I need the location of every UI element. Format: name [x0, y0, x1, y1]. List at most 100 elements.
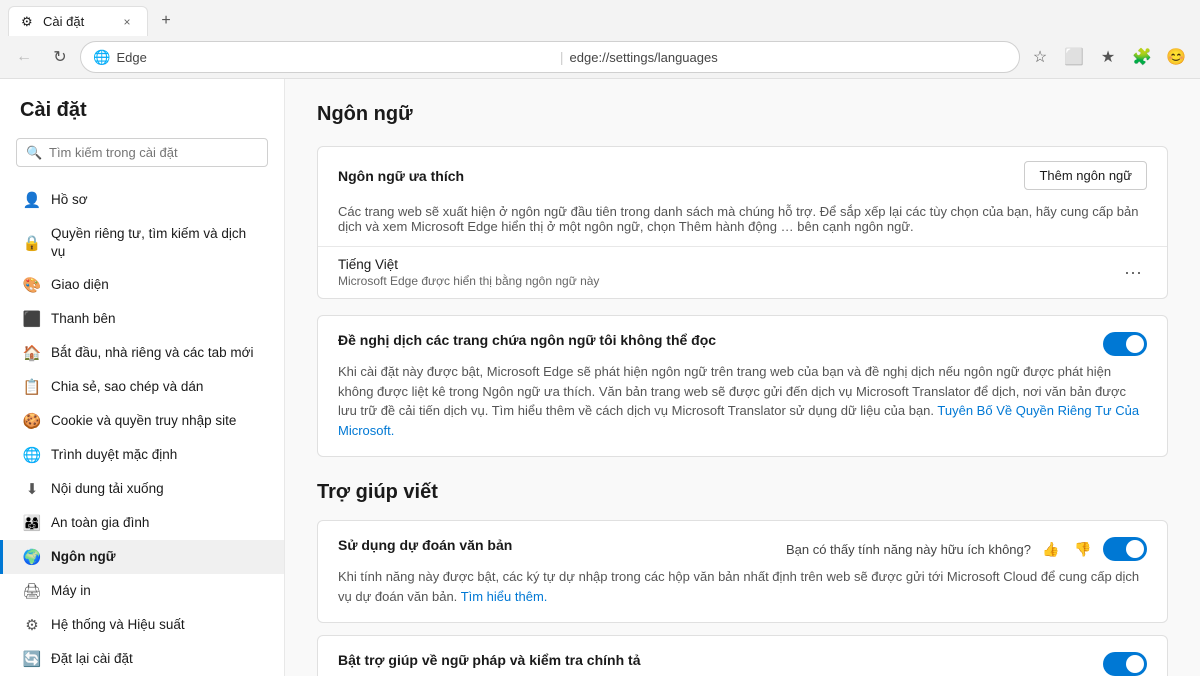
new-tab-icon: 🏠 [23, 344, 41, 362]
predict-card: Sử dụng dự đoán văn bản Bạn có thấy tính… [317, 520, 1168, 623]
reset-icon: 🔄 [23, 650, 41, 668]
main-layout: Cài đặt 🔍 👤 Hồ sơ 🔒 Quyền riêng tư, tìm … [0, 79, 1200, 676]
privacy-icon: 🔒 [23, 234, 41, 252]
nav-bar: ← ↻ 🌐 Edge | edge://settings/languages ☆… [0, 36, 1200, 78]
grammar-toggle[interactable] [1103, 652, 1147, 676]
predict-title-row: Sử dụng dự đoán văn bản Bạn có thấy tính… [338, 537, 1147, 561]
address-url: edge://settings/languages [570, 50, 1007, 65]
sidebar-item-share[interactable]: 📋 Chia sẻ, sao chép và dán [0, 370, 284, 404]
thumbs-down-button[interactable]: 👎 [1071, 537, 1095, 561]
sidebar-label-family: An toàn gia đình [51, 514, 149, 532]
content-area: Ngôn ngữ Ngôn ngữ ưa thích Thêm ngôn ngữ… [285, 79, 1200, 676]
sidebar-icon: ⬛ [23, 310, 41, 328]
edge-logo-icon: 🌐 [93, 49, 110, 66]
sidebar-item-appearance[interactable]: 🎨 Giao diện [0, 268, 284, 302]
translate-card: Đề nghị dịch các trang chứa ngôn ngữ tôi… [317, 315, 1168, 457]
tab-bar: ⚙ Cài đặt × + [0, 0, 1200, 36]
family-icon: 👨‍👩‍👧 [23, 514, 41, 532]
predict-learn-link[interactable]: Tìm hiểu thêm. [461, 589, 548, 604]
search-icon: 🔍 [26, 145, 42, 161]
suggestion-row: Bạn có thấy tính năng này hữu ích không?… [786, 537, 1147, 561]
preferred-lang-header: Ngôn ngữ ưa thích Thêm ngôn ngữ [318, 147, 1167, 204]
preferred-lang-card: Ngôn ngữ ưa thích Thêm ngôn ngữ Các tran… [317, 146, 1168, 299]
collections-button[interactable]: ★ [1092, 41, 1124, 73]
sidebar-item-new-tab[interactable]: 🏠 Bắt đầu, nhà riêng và các tab mới [0, 336, 284, 370]
sidebar-label-profile: Hồ sơ [51, 191, 88, 209]
sidebar-item-profile[interactable]: 👤 Hồ sơ [0, 183, 284, 217]
appearance-icon: 🎨 [23, 276, 41, 294]
sidebar-item-sidebar[interactable]: ⬛ Thanh bên [0, 302, 284, 336]
profile-button[interactable]: 😊 [1160, 41, 1192, 73]
preferred-lang-title: Ngôn ngữ ưa thích [338, 168, 464, 184]
helpful-text: Bạn có thấy tính năng này hữu ích không? [786, 542, 1031, 557]
address-bar[interactable]: 🌐 Edge | edge://settings/languages [80, 41, 1020, 73]
grammar-title-row: Bật trợ giúp về ngữ pháp và kiểm tra chí… [338, 652, 1147, 676]
extensions-button[interactable]: 🧩 [1126, 41, 1158, 73]
translate-title: Đề nghị dịch các trang chứa ngôn ngữ tôi… [338, 332, 716, 348]
sidebar-item-languages[interactable]: 🌍 Ngôn ngữ [0, 540, 284, 574]
sidebar-item-family[interactable]: 👨‍👩‍👧 An toàn gia đình [0, 506, 284, 540]
cookies-icon: 🍪 [23, 412, 41, 430]
sidebar-label-sidebar: Thanh bên [51, 310, 116, 328]
profile-icon: 👤 [23, 191, 41, 209]
sidebar: Cài đặt 🔍 👤 Hồ sơ 🔒 Quyền riêng tư, tìm … [0, 79, 285, 676]
predict-title: Sử dụng dự đoán văn bản [338, 537, 512, 553]
translate-title-row: Đề nghị dịch các trang chứa ngôn ngữ tôi… [338, 332, 1147, 356]
search-input[interactable] [16, 138, 268, 167]
grammar-title: Bật trợ giúp về ngữ pháp và kiểm tra chí… [338, 652, 640, 668]
sidebar-label-new-tab: Bắt đầu, nhà riêng và các tab mới [51, 344, 253, 362]
tab-title: Cài đặt [43, 14, 113, 29]
share-icon: 📋 [23, 378, 41, 396]
tab-close-button[interactable]: × [119, 14, 135, 30]
print-icon: 🖨 [23, 582, 41, 600]
sidebar-item-reset[interactable]: 🔄 Đặt lại cài đặt [0, 642, 284, 676]
tieng-viet-name: Tiếng Việt [338, 257, 599, 272]
address-separator: | [560, 49, 564, 65]
performance-icon: ⚙ [23, 616, 41, 634]
sidebar-label-languages: Ngôn ngữ [51, 548, 116, 566]
section2-title: Trợ giúp viết [317, 481, 1168, 504]
new-tab-button[interactable]: + [152, 7, 180, 35]
sidebar-label-privacy: Quyền riêng tư, tìm kiếm và dịch vụ [51, 225, 264, 260]
tab-icon: ⚙ [21, 14, 37, 30]
thumbs-up-button[interactable]: 👍 [1039, 537, 1063, 561]
sidebar-label-performance: Hệ thống và Hiệu suất [51, 616, 185, 634]
downloads-icon: ⬇ [23, 480, 41, 498]
sidebar-label-downloads: Nội dung tải xuống [51, 480, 164, 498]
add-lang-button[interactable]: Thêm ngôn ngữ [1024, 161, 1147, 190]
tieng-viet-info: Tiếng Việt Microsoft Edge được hiển thị … [338, 257, 599, 288]
predict-toggle[interactable] [1103, 537, 1147, 561]
refresh-button[interactable]: ↻ [44, 41, 76, 73]
sidebar-label-browser: Trình duyệt mặc định [51, 446, 177, 464]
tieng-viet-sub: Microsoft Edge được hiển thị bằng ngôn n… [338, 274, 599, 288]
section1-title: Ngôn ngữ [317, 103, 1168, 126]
sidebar-item-print[interactable]: 🖨 Máy in [0, 574, 284, 608]
back-button[interactable]: ← [8, 41, 40, 73]
sidebar-item-browser[interactable]: 🌐 Trình duyệt mặc định [0, 438, 284, 472]
translate-toggle[interactable] [1103, 332, 1147, 356]
edge-brand-label: Edge [116, 50, 553, 65]
split-screen-button[interactable]: ⬜ [1058, 41, 1090, 73]
languages-icon: 🌍 [23, 548, 41, 566]
nav-actions: ☆ ⬜ ★ 🧩 😊 [1024, 41, 1192, 73]
settings-tab[interactable]: ⚙ Cài đặt × [8, 6, 148, 36]
search-box: 🔍 [16, 138, 268, 167]
grammar-card: Bật trợ giúp về ngữ pháp và kiểm tra chí… [317, 635, 1168, 676]
tieng-viet-item: Tiếng Việt Microsoft Edge được hiển thị … [318, 246, 1167, 298]
sidebar-item-downloads[interactable]: ⬇ Nội dung tải xuống [0, 472, 284, 506]
browser-icon: 🌐 [23, 446, 41, 464]
favorites-button[interactable]: ☆ [1024, 41, 1056, 73]
sidebar-label-reset: Đặt lại cài đặt [51, 650, 133, 668]
sidebar-title: Cài đặt [0, 99, 284, 138]
sidebar-item-performance[interactable]: ⚙ Hệ thống và Hiệu suất [0, 608, 284, 642]
tieng-viet-more-button[interactable]: ··· [1119, 259, 1147, 287]
sidebar-item-cookies[interactable]: 🍪 Cookie và quyền truy nhập site [0, 404, 284, 438]
browser-chrome: ⚙ Cài đặt × + ← ↻ 🌐 Edge | edge://settin… [0, 0, 1200, 79]
sidebar-item-privacy[interactable]: 🔒 Quyền riêng tư, tìm kiếm và dịch vụ [0, 217, 284, 268]
predict-desc: Khi tính năng này được bật, các ký tự dự… [338, 567, 1147, 606]
translate-desc: Khi cài đặt này được bật, Microsoft Edge… [338, 362, 1147, 440]
sidebar-label-share: Chia sẻ, sao chép và dán [51, 378, 203, 396]
sidebar-label-cookies: Cookie và quyền truy nhập site [51, 412, 236, 430]
preferred-lang-desc: Các trang web sẽ xuất hiện ở ngôn ngữ đầ… [318, 204, 1167, 246]
sidebar-label-print: Máy in [51, 582, 91, 600]
